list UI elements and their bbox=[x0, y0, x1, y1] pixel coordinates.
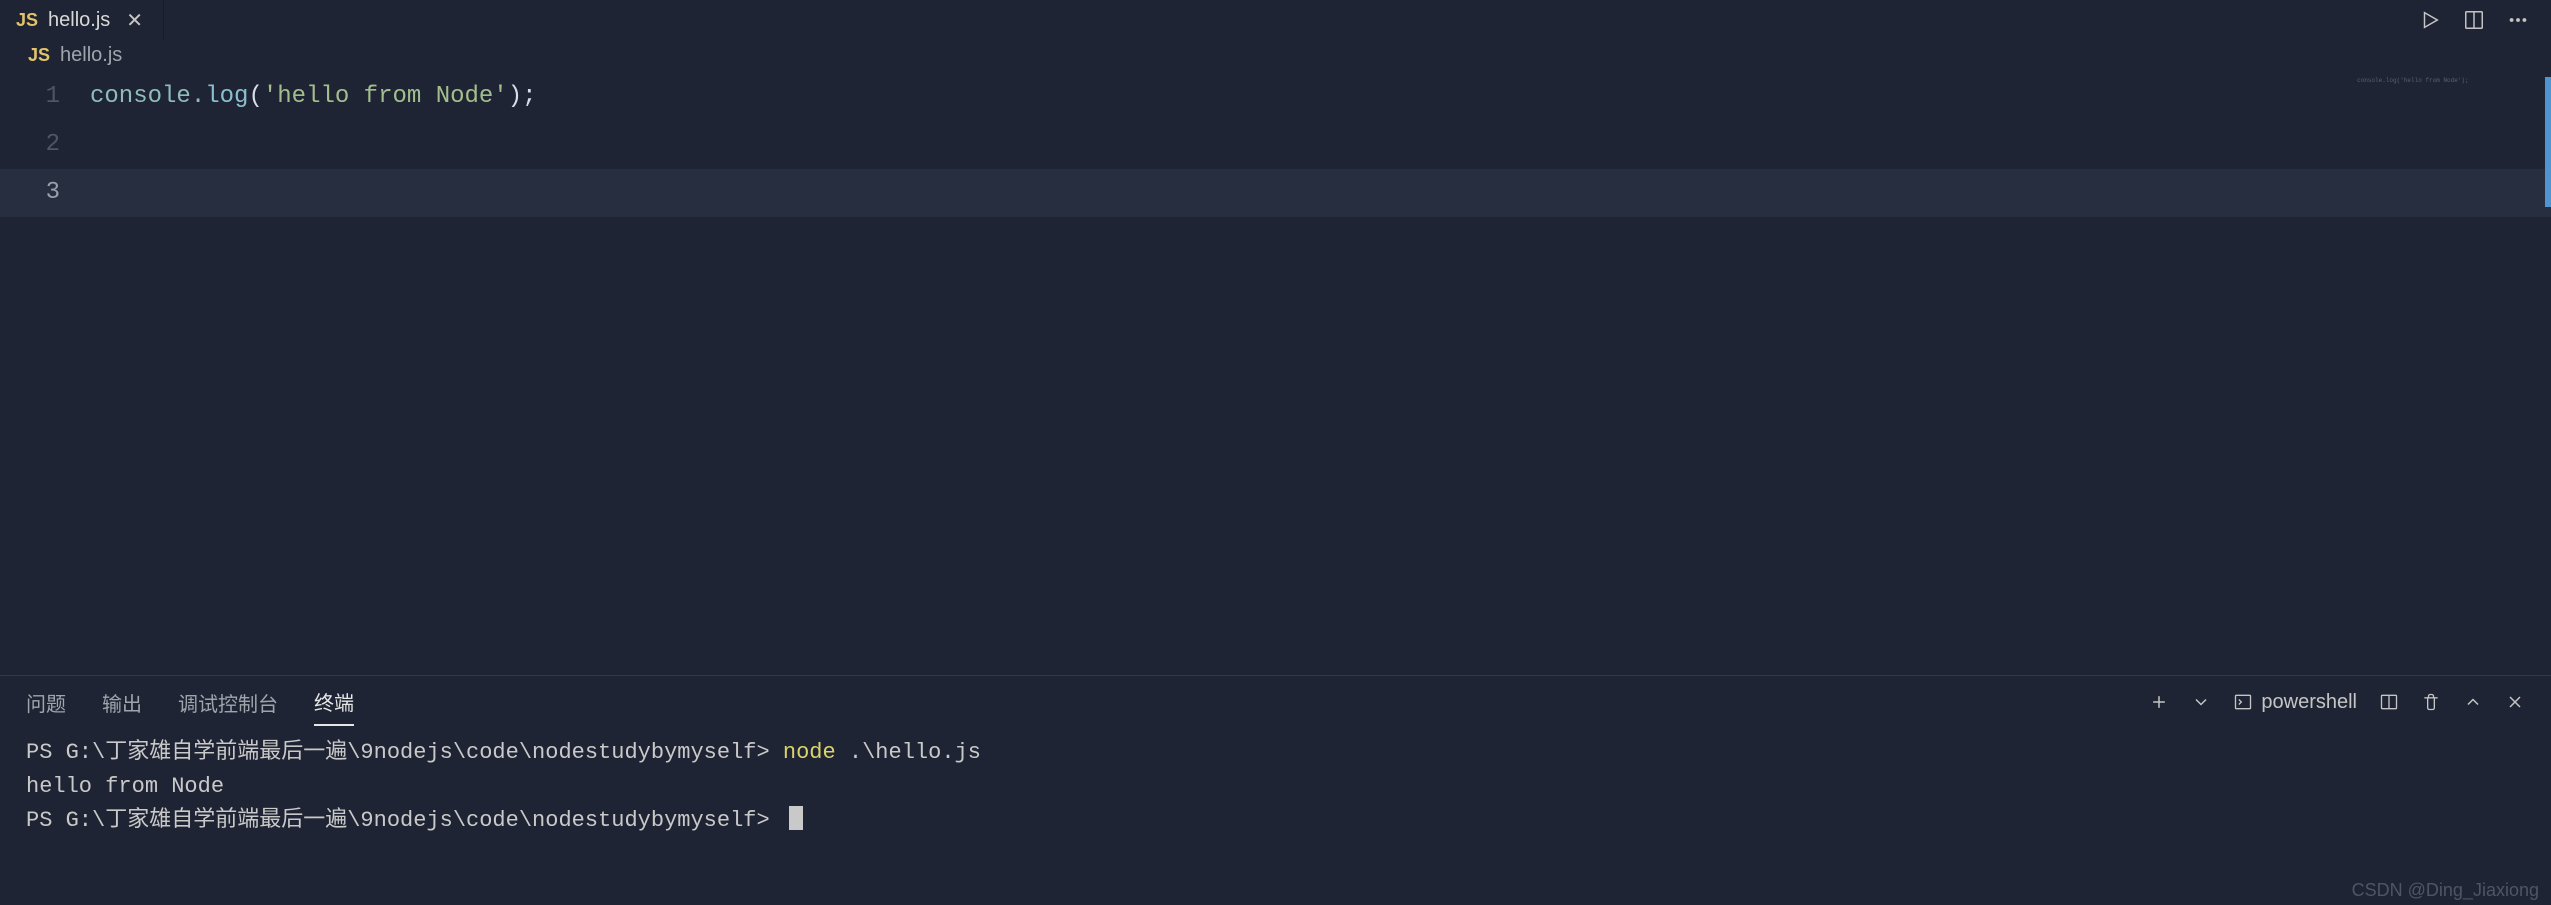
code-content[interactable]: console.log('hello from Node'); bbox=[90, 73, 2551, 121]
terminal[interactable]: PS G:\丁家雄自学前端最后一遍\9nodejs\code\nodestudy… bbox=[0, 728, 2551, 905]
term-prompt: PS G:\丁家雄自学前端最后一遍\9nodejs\code\nodestudy… bbox=[26, 808, 783, 833]
term-args: .\hello.js bbox=[836, 740, 981, 765]
split-editor-icon[interactable] bbox=[2463, 9, 2485, 31]
terminal-line: PS G:\丁家雄自学前端最后一遍\9nodejs\code\nodestudy… bbox=[26, 736, 2525, 770]
minimap-text: console.log('hello from Node'); bbox=[2351, 77, 2551, 84]
breadcrumb[interactable]: JS hello.js bbox=[0, 40, 2551, 73]
code-line-3: 3 bbox=[0, 169, 2551, 217]
breadcrumb-file: hello.js bbox=[60, 44, 122, 67]
js-icon: JS bbox=[16, 10, 38, 31]
line-number: 3 bbox=[0, 169, 90, 217]
shell-name: powershell bbox=[2261, 691, 2357, 714]
tabs-container: JS hello.js ✕ bbox=[0, 0, 164, 40]
editor-actions bbox=[2397, 0, 2551, 40]
token-string: 'hello from Node' bbox=[263, 83, 508, 110]
new-terminal-icon[interactable] bbox=[2149, 692, 2169, 712]
terminal-line: PS G:\丁家雄自学前端最后一遍\9nodejs\code\nodestudy… bbox=[26, 804, 2525, 838]
tab-hello-js[interactable]: JS hello.js ✕ bbox=[0, 0, 164, 40]
token-object: console bbox=[90, 83, 191, 110]
more-icon[interactable] bbox=[2507, 9, 2529, 31]
tab-output[interactable]: 输出 bbox=[102, 680, 142, 725]
shell-selector[interactable]: powershell bbox=[2233, 691, 2357, 714]
term-command: node bbox=[783, 740, 836, 765]
chevron-down-icon[interactable] bbox=[2191, 692, 2211, 712]
term-prompt: PS G:\丁家雄自学前端最后一遍\9nodejs\code\nodestudy… bbox=[26, 740, 783, 765]
token-function: log bbox=[205, 83, 248, 110]
code-line-2: 2 bbox=[0, 121, 2551, 169]
chevron-up-icon[interactable] bbox=[2463, 692, 2483, 712]
token-dot: . bbox=[191, 83, 205, 110]
minimap[interactable]: console.log('hello from Node'); bbox=[2351, 77, 2551, 675]
tab-problems[interactable]: 问题 bbox=[26, 680, 66, 725]
close-panel-icon[interactable] bbox=[2505, 692, 2525, 712]
bottom-panel: 问题 输出 调试控制台 终端 powershell bbox=[0, 675, 2551, 905]
tab-filename: hello.js bbox=[48, 9, 110, 32]
terminal-cursor bbox=[789, 806, 803, 830]
run-icon[interactable] bbox=[2419, 9, 2441, 31]
token-semi: ; bbox=[522, 83, 536, 110]
tab-bar: JS hello.js ✕ bbox=[0, 0, 2551, 40]
token-paren: ( bbox=[248, 83, 262, 110]
split-terminal-icon[interactable] bbox=[2379, 692, 2399, 712]
panel-tabs: 问题 输出 调试控制台 终端 powershell bbox=[0, 676, 2551, 728]
code-line-1: 1 console.log('hello from Node'); bbox=[0, 73, 2551, 121]
minimap-scroll-indicator[interactable] bbox=[2545, 77, 2551, 207]
watermark: CSDN @Ding_Jiaxiong bbox=[2352, 880, 2539, 901]
token-paren: ) bbox=[508, 83, 522, 110]
panel-tab-list: 问题 输出 调试控制台 终端 bbox=[26, 676, 354, 728]
line-number: 1 bbox=[0, 73, 90, 121]
tab-terminal[interactable]: 终端 bbox=[314, 679, 354, 726]
terminal-output: hello from Node bbox=[26, 770, 2525, 804]
panel-actions: powershell bbox=[2149, 691, 2525, 714]
tab-debug-console[interactable]: 调试控制台 bbox=[178, 680, 278, 725]
close-tab-button[interactable]: ✕ bbox=[120, 8, 149, 33]
editor[interactable]: 1 console.log('hello from Node'); 2 3 co… bbox=[0, 73, 2551, 675]
line-number: 2 bbox=[0, 121, 90, 169]
js-icon: JS bbox=[28, 45, 50, 66]
trash-icon[interactable] bbox=[2421, 692, 2441, 712]
